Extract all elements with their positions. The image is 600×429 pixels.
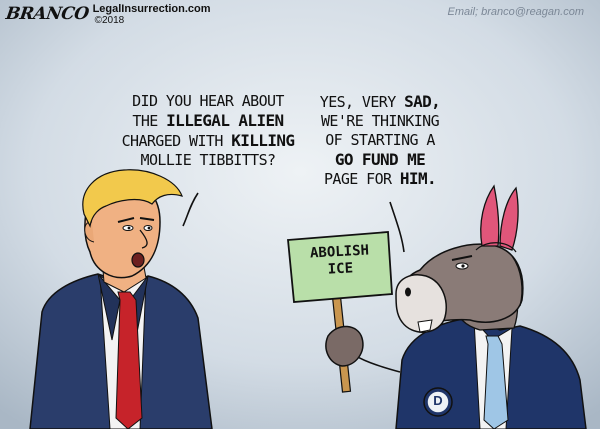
left-speech-line-2-bold: ILLEGAL ALIEN bbox=[166, 111, 284, 130]
cartoon-illustration bbox=[0, 0, 600, 429]
right-speech-line-1-bold: SAD, bbox=[404, 92, 441, 111]
left-speech-line-2-pre: THE bbox=[132, 112, 167, 130]
right-speech-line-5-pre: PAGE FOR bbox=[323, 170, 400, 188]
right-speech-line-5-bold: HIM. bbox=[399, 169, 437, 188]
artist-credit: BRANCO LegalInsurrection.com ©2018 bbox=[4, 3, 211, 27]
credit-year: ©2018 bbox=[94, 15, 125, 26]
right-speech-line-2: WE'RE THINKING bbox=[320, 112, 440, 130]
cartoon-panel: BRANCO LegalInsurrection.com ©2018 Email… bbox=[0, 0, 600, 429]
democrat-pin-letter: D bbox=[433, 393, 443, 408]
left-speech-line-3-pre: CHARGED WITH bbox=[121, 132, 232, 150]
right-speech-text: YES, VERY SAD, WE'RE THINKING OF STARTIN… bbox=[300, 92, 460, 189]
sign-text: ABOLISH ICE bbox=[295, 242, 385, 281]
artist-email: Email; branco@reagan.com bbox=[447, 6, 584, 18]
right-speech-line-1-pre: YES, VERY bbox=[319, 93, 405, 111]
artist-signature: BRANCO bbox=[4, 4, 90, 24]
credit-website: LegalInsurrection.com bbox=[92, 3, 211, 15]
right-speech-line-4: GO FUND ME bbox=[334, 150, 426, 169]
left-speech-line-4: MOLLIE TIBBITTS? bbox=[140, 151, 277, 169]
left-speech-line-1: DID YOU HEAR ABOUT bbox=[132, 92, 284, 110]
left-speech-text: DID YOU HEAR ABOUT THE ILLEGAL ALIEN CHA… bbox=[88, 92, 328, 170]
left-speech-line-3-bold: KILLING bbox=[231, 131, 295, 150]
right-speech-line-3: OF STARTING A bbox=[325, 131, 435, 149]
